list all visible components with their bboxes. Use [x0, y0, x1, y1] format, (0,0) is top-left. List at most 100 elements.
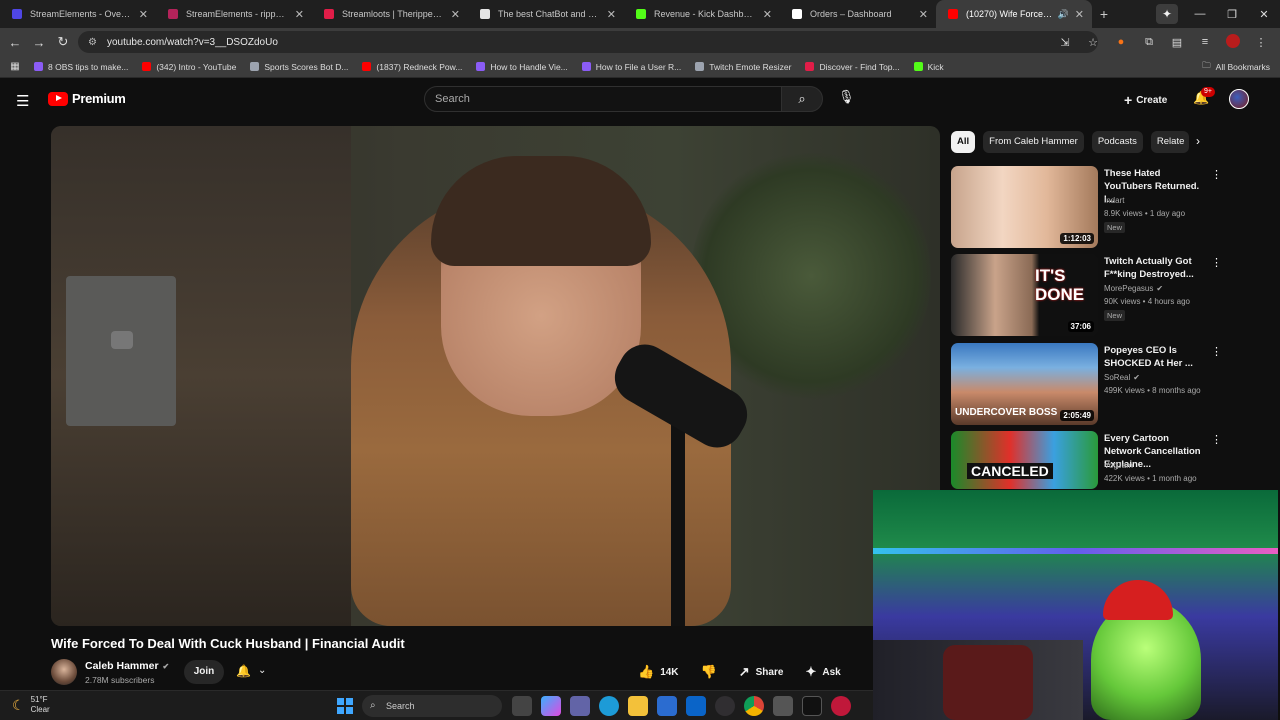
bookmark-item[interactable]: Discover - Find Top...: [805, 62, 900, 72]
browser-tab[interactable]: Orders – Dashboard ✕: [780, 0, 936, 28]
hamburger-menu-icon[interactable]: ☰: [16, 92, 29, 110]
microphone-icon[interactable]: 🎙: [838, 89, 855, 105]
profile-avatar[interactable]: [1222, 33, 1244, 51]
teams-icon[interactable]: [570, 696, 590, 716]
browser-tab-active[interactable]: (10270) Wife Forced To De🔊✕: [936, 0, 1092, 28]
bookmark-item[interactable]: (342) Intro - YouTube: [142, 62, 236, 72]
tab-audio-icon[interactable]: 🔊: [1058, 9, 1069, 20]
forward-icon[interactable]: →: [27, 35, 51, 50]
address-bar[interactable]: ⚙ youtube.com/watch?v=3__DSOZdoUo: [78, 31, 1098, 53]
chip-podcasts[interactable]: Podcasts: [1091, 131, 1143, 153]
tab-close-icon[interactable]: ✕: [607, 8, 616, 21]
tab-close-icon[interactable]: ✕: [763, 8, 772, 21]
new-badge: New: [1104, 222, 1126, 233]
browser-tab[interactable]: Revenue - Kick Dashboard ✕: [624, 0, 780, 28]
more-options-icon[interactable]: ⋮: [1211, 256, 1222, 269]
task-view-icon[interactable]: [512, 696, 532, 716]
chip-from-channel[interactable]: From Caleb Hammer: [983, 131, 1084, 153]
video-player[interactable]: [51, 126, 940, 626]
like-button[interactable]: 👍 14K: [638, 664, 679, 680]
chip-all[interactable]: All: [951, 131, 976, 153]
video-thumbnail[interactable]: IT'S DONE 37:06: [951, 254, 1098, 336]
back-icon[interactable]: ←: [3, 35, 27, 50]
file-explorer-icon[interactable]: [628, 696, 648, 716]
menu-icon[interactable]: ⋮: [1250, 36, 1272, 49]
taskbar-apps: [512, 696, 851, 716]
bookmark-item[interactable]: 8 OBS tips to make...: [34, 62, 128, 72]
tab-close-icon[interactable]: ✕: [139, 8, 148, 21]
bookmark-item[interactable]: (1837) Redneck Pow...: [362, 62, 462, 72]
join-button[interactable]: Join: [184, 660, 224, 684]
more-options-icon[interactable]: ⋮: [1211, 433, 1222, 446]
browser-tab[interactable]: StreamElements - Overlays ✕: [0, 0, 156, 28]
tab-close-icon[interactable]: ✕: [451, 8, 460, 21]
recommended-channel[interactable]: SoReal ✔: [1104, 373, 1140, 382]
taskbar-search-input[interactable]: ⌕ Search: [362, 695, 502, 717]
copilot-icon[interactable]: [541, 696, 561, 716]
dislike-button[interactable]: 👎: [701, 664, 717, 680]
store-icon[interactable]: [657, 696, 677, 716]
search-button[interactable]: ⌕: [781, 86, 823, 112]
chrome-icon[interactable]: [744, 696, 764, 716]
close-icon[interactable]: ✕: [1248, 8, 1280, 21]
channel-avatar[interactable]: [51, 659, 77, 685]
video-thumbnail[interactable]: UNDERCOVER BOSS 2:05:49: [951, 343, 1098, 425]
bookmark-star-icon[interactable]: ☆: [1082, 36, 1104, 49]
ask-button[interactable]: ✦ Ask: [805, 664, 840, 680]
bookmark-item[interactable]: Kick: [913, 62, 944, 72]
bookmark-item[interactable]: How to Handle Vie...: [476, 62, 568, 72]
recommended-channel[interactable]: Indart: [1104, 196, 1124, 205]
more-options-icon[interactable]: ⋮: [1211, 168, 1222, 181]
bookmark-item[interactable]: Twitch Emote Resizer: [695, 62, 791, 72]
bookmark-item[interactable]: Sports Scores Bot D...: [250, 62, 348, 72]
outlook-icon[interactable]: [686, 696, 706, 716]
browser-tab[interactable]: Streamloots | Therippedredne✕: [312, 0, 468, 28]
edge-icon[interactable]: [599, 696, 619, 716]
new-badge: New: [1104, 310, 1126, 321]
weather-widget[interactable]: ☾ 51°F Clear: [12, 695, 50, 715]
extensions-puzzle-icon[interactable]: ⧉: [1138, 36, 1160, 49]
app-icon[interactable]: [773, 696, 793, 716]
extension-icon[interactable]: ●: [1110, 36, 1132, 48]
maximize-icon[interactable]: ❐: [1216, 8, 1248, 21]
share-button[interactable]: ↗ Share: [739, 664, 784, 680]
sparkle-icon[interactable]: ✦: [1156, 4, 1178, 24]
youtube-logo[interactable]: Premium: [48, 91, 126, 106]
app-icon[interactable]: [831, 696, 851, 716]
recommended-channel[interactable]: VogJam: [1104, 461, 1133, 470]
channel-name[interactable]: Caleb Hammer ✔: [85, 660, 169, 672]
browser-tab[interactable]: StreamElements - rippedredne✕: [156, 0, 312, 28]
create-button[interactable]: + Create: [1124, 92, 1167, 108]
video-thumbnail[interactable]: CANCELED: [951, 431, 1098, 489]
minimize-icon[interactable]: —: [1184, 8, 1216, 20]
recommended-channel[interactable]: MorePegasus ✔: [1104, 284, 1163, 293]
chip-related[interactable]: Relate: [1150, 131, 1189, 153]
browser-tab[interactable]: The best ChatBot and Widgets✕: [468, 0, 624, 28]
tab-close-icon[interactable]: ✕: [1075, 8, 1084, 21]
account-avatar[interactable]: [1229, 89, 1249, 109]
recommended-video[interactable]: 1:12:03 These Hated YouTubers Returned. …: [951, 166, 1251, 250]
install-icon[interactable]: ⇲: [1054, 36, 1076, 49]
bookmark-favicon-icon: [476, 62, 486, 71]
obs-icon[interactable]: [715, 696, 735, 716]
windows-start-icon[interactable]: [337, 698, 353, 714]
bookmark-item[interactable]: How to File a User R...: [581, 62, 681, 72]
chevron-down-icon[interactable]: ⌄: [258, 665, 266, 676]
apps-grid-icon[interactable]: ▦: [2, 61, 28, 72]
tab-close-icon[interactable]: ✕: [295, 8, 304, 21]
side-panel-icon[interactable]: ▤: [1166, 36, 1188, 49]
subscription-bell-icon[interactable]: 🔔: [236, 664, 251, 678]
terminal-icon[interactable]: [802, 696, 822, 716]
site-info-icon[interactable]: ⚙: [88, 37, 97, 48]
more-options-icon[interactable]: ⋮: [1211, 345, 1222, 358]
reload-icon[interactable]: ↻: [51, 34, 75, 50]
chevron-right-icon[interactable]: ›: [1196, 134, 1200, 148]
media-control-icon[interactable]: ≡: [1194, 36, 1216, 48]
new-tab-button[interactable]: +: [1092, 6, 1116, 22]
search-input[interactable]: Search: [424, 86, 782, 112]
tab-close-icon[interactable]: ✕: [919, 8, 928, 21]
recommended-video[interactable]: UNDERCOVER BOSS 2:05:49 Popeyes CEO Is S…: [951, 343, 1251, 427]
all-bookmarks-button[interactable]: 🗀 All Bookmarks: [1202, 60, 1270, 74]
video-thumbnail[interactable]: 1:12:03: [951, 166, 1098, 248]
recommended-video[interactable]: IT'S DONE 37:06 Twitch Actually Got F**k…: [951, 254, 1251, 338]
